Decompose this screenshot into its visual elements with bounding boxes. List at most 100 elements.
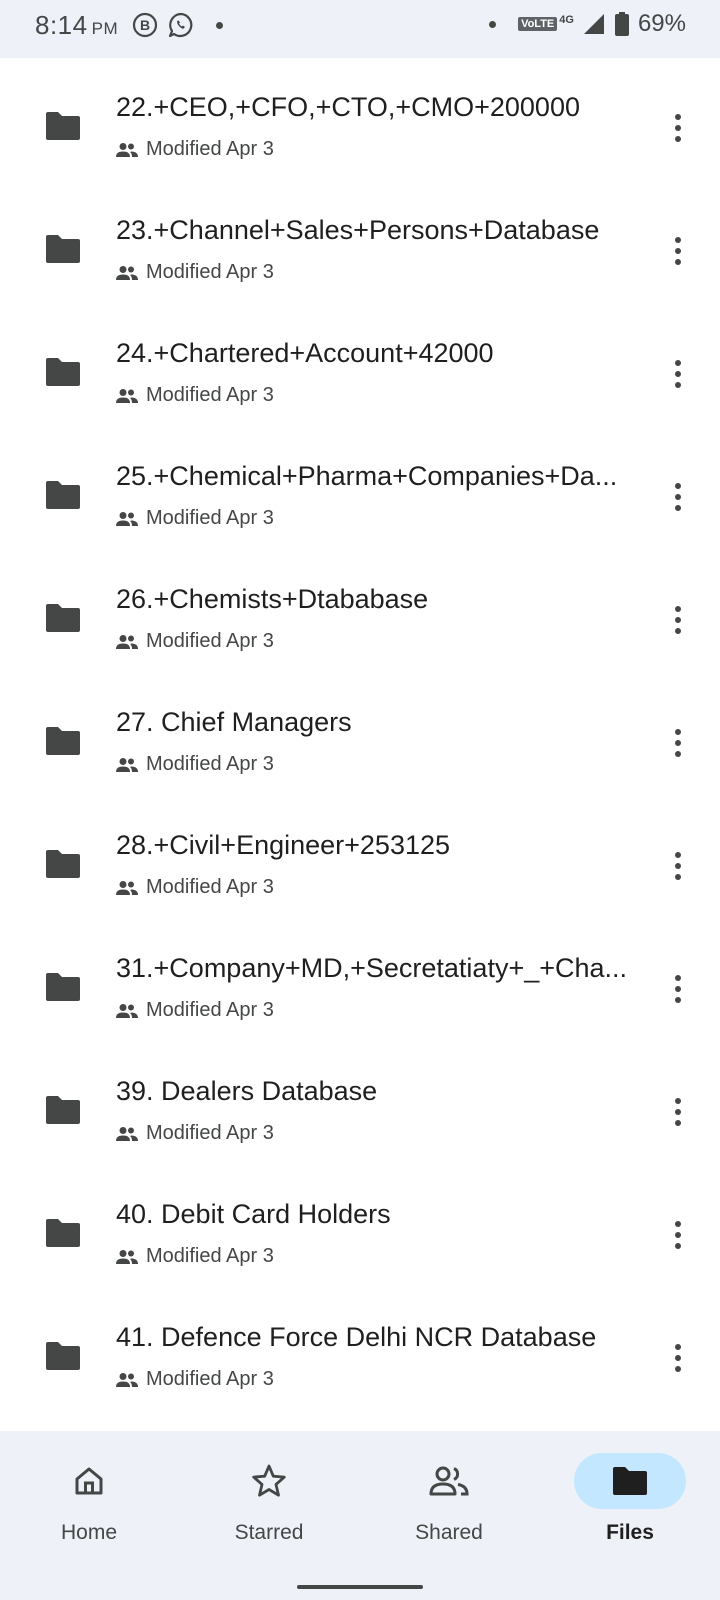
more-options-button[interactable]	[656, 229, 700, 273]
file-row[interactable]: 39. Dealers Database Modified Apr 3	[0, 1042, 720, 1165]
file-meta: Modified Apr 3	[116, 1122, 274, 1145]
file-meta: Modified Apr 3	[116, 630, 274, 653]
more-options-button[interactable]	[656, 844, 700, 888]
shared-people-icon	[116, 265, 138, 280]
folder-icon	[46, 481, 80, 509]
shared-people-icon	[116, 1126, 138, 1141]
file-row[interactable]: 23.+Channel+Sales+Persons+Database Modif…	[0, 181, 720, 304]
file-row[interactable]: 24.+Chartered+Account+42000 Modified Apr…	[0, 304, 720, 427]
nav-starred-label: Starred	[234, 1521, 304, 1544]
file-name: 26.+Chemists+Dtababase	[116, 584, 429, 614]
home-icon	[75, 1467, 103, 1495]
file-row[interactable]: 26.+Chemists+Dtababase Modified Apr 3	[0, 550, 720, 673]
folder-icon	[46, 973, 80, 1001]
file-meta: Modified Apr 3	[116, 384, 274, 407]
more-options-button[interactable]	[656, 721, 700, 765]
file-modified-text: Modified Apr 3	[146, 507, 274, 529]
file-modified-text: Modified Apr 3	[146, 876, 274, 898]
status-time-ampm: PM	[91, 19, 119, 38]
shared-people-icon	[116, 1372, 138, 1387]
nav-home[interactable]: Home	[19, 1453, 159, 1573]
file-name: 27. Chief Managers	[116, 707, 352, 737]
more-vert-icon	[675, 1344, 681, 1372]
more-vert-icon	[675, 1098, 681, 1126]
folder-icon	[46, 1342, 80, 1370]
shared-icon	[429, 1466, 469, 1496]
notification-dot-icon	[216, 21, 223, 29]
more-vert-icon	[675, 852, 681, 880]
nav-files[interactable]: Files	[560, 1453, 700, 1573]
nav-shared-label: Shared	[415, 1521, 483, 1544]
folder-icon	[46, 727, 80, 755]
more-options-button[interactable]	[656, 106, 700, 150]
bottom-navigation: Home Starred Shared Files	[0, 1431, 720, 1600]
nav-files-icon-wrap	[574, 1453, 686, 1509]
battery-icon	[614, 12, 629, 36]
file-list[interactable]: 22.+CEO,+CFO,+CTO,+CMO+200000 Modified A…	[0, 58, 720, 1431]
more-options-button[interactable]	[656, 967, 700, 1011]
file-name: 40. Debit Card Holders	[116, 1199, 391, 1229]
file-meta: Modified Apr 3	[116, 261, 274, 284]
more-vert-icon	[675, 483, 681, 511]
status-time-value: 8:14	[35, 10, 88, 40]
whatsapp-icon	[168, 12, 193, 38]
drive-files-screen: 8:14 PM B VoLTE 4G 69% 22.+CEO,+CFO,+CTO…	[0, 0, 720, 1600]
more-vert-icon	[675, 975, 681, 1003]
shared-people-icon	[116, 634, 138, 649]
shared-people-icon	[116, 511, 138, 526]
file-row[interactable]: 25.+Chemical+Pharma+Companies+Da... Modi…	[0, 427, 720, 550]
file-modified-text: Modified Apr 3	[146, 1122, 274, 1144]
file-name: 31.+Company+MD,+Secretatiaty+_+Cha...	[116, 953, 628, 983]
shared-people-icon	[116, 757, 138, 772]
file-modified-text: Modified Apr 3	[146, 384, 274, 406]
file-row[interactable]: 22.+CEO,+CFO,+CTO,+CMO+200000 Modified A…	[0, 58, 720, 181]
gesture-navigation-bar[interactable]	[297, 1585, 423, 1589]
status-system-icons: VoLTE 4G 69%	[489, 10, 686, 38]
file-row[interactable]: 40. Debit Card Holders Modified Apr 3	[0, 1165, 720, 1288]
more-vert-icon	[675, 114, 681, 142]
b-app-icon: B	[132, 12, 158, 38]
file-modified-text: Modified Apr 3	[146, 630, 274, 652]
file-name: 41. Defence Force Delhi NCR Database	[116, 1322, 597, 1352]
more-vert-icon	[675, 237, 681, 265]
nav-files-label: Files	[606, 1521, 654, 1544]
folder-icon	[46, 604, 80, 632]
file-row[interactable]: 27. Chief Managers Modified Apr 3	[0, 673, 720, 796]
nav-starred-icon-wrap	[213, 1453, 325, 1509]
shared-people-icon	[116, 142, 138, 157]
file-meta: Modified Apr 3	[116, 507, 274, 530]
more-vert-icon	[675, 360, 681, 388]
file-name: 25.+Chemical+Pharma+Companies+Da...	[116, 461, 618, 491]
more-options-button[interactable]	[656, 1213, 700, 1257]
file-name: 39. Dealers Database	[116, 1076, 378, 1106]
more-options-button[interactable]	[656, 598, 700, 642]
file-name: 24.+Chartered+Account+42000	[116, 338, 494, 368]
folder-icon	[46, 235, 80, 263]
file-row[interactable]: 28.+Civil+Engineer+253125 Modified Apr 3	[0, 796, 720, 919]
nav-shared[interactable]: Shared	[379, 1453, 519, 1573]
folder-filled-icon	[613, 1467, 647, 1495]
more-options-button[interactable]	[656, 475, 700, 519]
file-modified-text: Modified Apr 3	[146, 753, 274, 775]
file-row[interactable]: 31.+Company+MD,+Secretatiaty+_+Cha... Mo…	[0, 919, 720, 1042]
nav-starred[interactable]: Starred	[199, 1453, 339, 1573]
file-row[interactable]: 41. Defence Force Delhi NCR Database Mod…	[0, 1288, 720, 1411]
shared-people-icon	[116, 1003, 138, 1018]
file-name: 28.+Civil+Engineer+253125	[116, 830, 451, 860]
folder-icon	[46, 850, 80, 878]
more-options-button[interactable]	[656, 1336, 700, 1380]
more-options-button[interactable]	[656, 1090, 700, 1134]
more-vert-icon	[675, 606, 681, 634]
more-options-button[interactable]	[656, 352, 700, 396]
shared-people-icon	[116, 1249, 138, 1264]
folder-icon	[46, 1219, 80, 1247]
star-icon	[252, 1464, 286, 1497]
svg-text:B: B	[140, 17, 150, 33]
more-vert-icon	[675, 729, 681, 757]
folder-icon	[46, 112, 80, 140]
file-modified-text: Modified Apr 3	[146, 261, 274, 283]
volte-badge: VoLTE	[518, 17, 558, 31]
shared-people-icon	[116, 880, 138, 895]
folder-icon	[46, 358, 80, 386]
file-meta: Modified Apr 3	[116, 1368, 274, 1391]
